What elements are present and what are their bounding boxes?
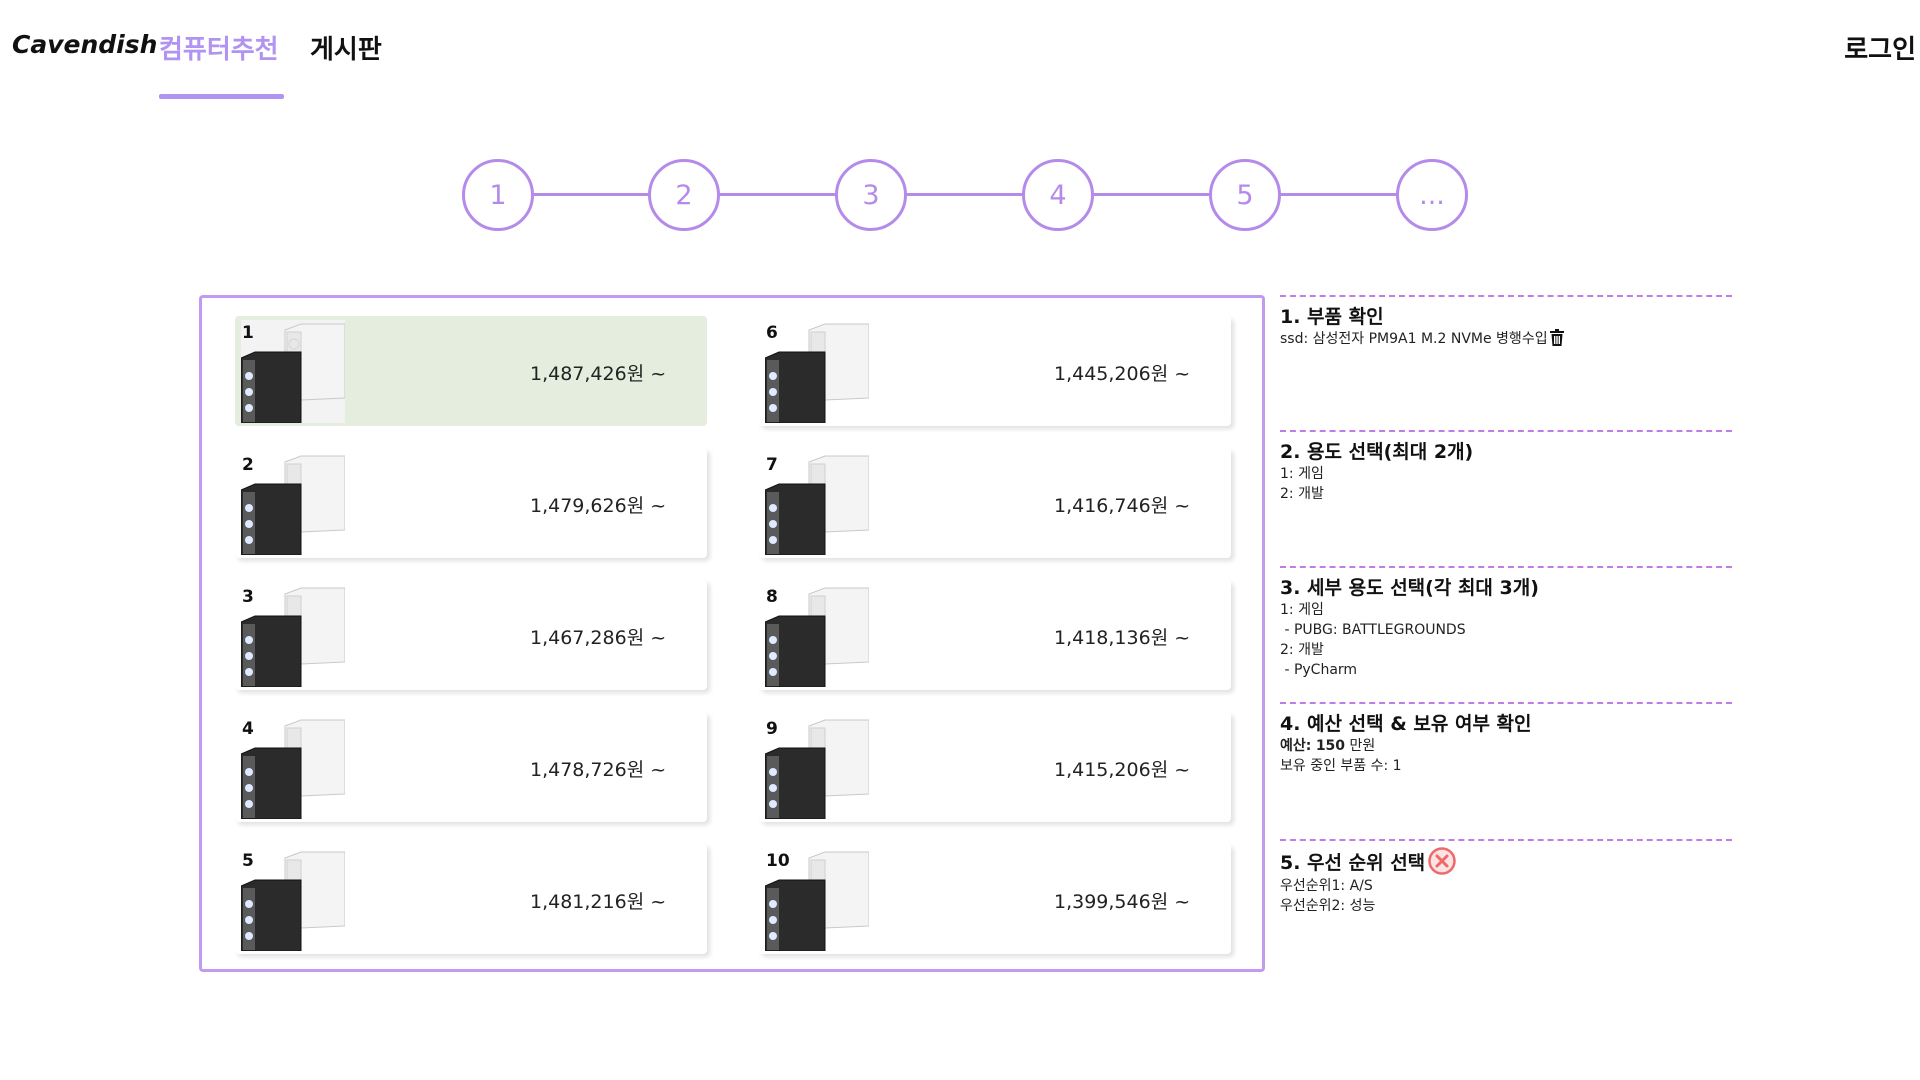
result-price: 1,415,206원 ~ xyxy=(1054,759,1191,781)
recommendation-list: 1 1,487,426원 ~ 2 1,479,626원 ~ 3 1,467,28… xyxy=(199,295,1265,972)
result-card[interactable]: 7 1,416,746원 ~ xyxy=(759,448,1231,558)
result-price: 1,479,626원 ~ xyxy=(530,495,667,517)
step-3[interactable]: 3 xyxy=(835,159,907,231)
result-rank: 3 xyxy=(242,587,254,607)
top-navigation: Cavendish 컴퓨터추천 게시판 로그인 xyxy=(0,0,1920,100)
result-price: 1,416,746원 ~ xyxy=(1054,495,1191,517)
section-title: 1. 부품 확인 xyxy=(1280,306,1384,328)
pc-case-image xyxy=(240,584,346,688)
result-card[interactable]: 4 1,478,726원 ~ xyxy=(235,712,707,822)
result-rank: 10 xyxy=(766,851,790,871)
pc-case-image xyxy=(240,716,346,820)
result-price: 1,399,546원 ~ xyxy=(1054,891,1191,913)
result-card[interactable]: 5 1,481,216원 ~ xyxy=(235,844,707,954)
pc-case-image xyxy=(764,320,870,424)
login-button[interactable]: 로그인 xyxy=(1844,29,1916,66)
section-title: 2. 용도 선택(최대 2개) xyxy=(1280,441,1474,463)
budget-unit: 만원 xyxy=(1349,738,1376,754)
result-rank: 6 xyxy=(766,323,778,343)
result-price: 1,481,216원 ~ xyxy=(530,891,667,913)
result-card[interactable]: 3 1,467,286원 ~ xyxy=(235,580,707,690)
detail-line: 1: 게임 xyxy=(1280,602,1324,618)
summary-usage: 2. 용도 선택(최대 2개) 1: 게임 2: 개발 xyxy=(1280,430,1732,566)
result-rank: 1 xyxy=(242,323,254,343)
result-card[interactable]: 2 1,479,626원 ~ xyxy=(235,448,707,558)
part-item: ssd: 삼성전자 PM9A1 M.2 NVMe 병행수입 xyxy=(1280,329,1732,349)
black-case xyxy=(240,351,302,424)
summary-parts: 1. 부품 확인 ssd: 삼성전자 PM9A1 M.2 NVMe 병행수입 xyxy=(1280,295,1732,430)
priority-line: 우선순위2: 성능 xyxy=(1280,898,1376,914)
section-title: 5. 우선 순위 선택 xyxy=(1280,851,1426,874)
pc-case-image xyxy=(240,452,346,556)
step-connector-line xyxy=(498,193,1428,196)
result-rank: 7 xyxy=(766,455,778,475)
priority-line: 우선순위1: A/S xyxy=(1280,878,1373,894)
pc-case-image xyxy=(240,848,346,952)
step-2[interactable]: 2 xyxy=(648,159,720,231)
result-rank: 8 xyxy=(766,587,778,607)
pc-case-image xyxy=(764,584,870,688)
trash-icon[interactable] xyxy=(1549,329,1564,346)
result-price: 1,487,426원 ~ xyxy=(530,363,667,385)
tab-board[interactable]: 게시판 xyxy=(310,29,382,66)
section-title-row: 5. 우선 순위 선택 xyxy=(1280,846,1732,876)
budget-line: 예산: 150 만원 xyxy=(1280,736,1732,756)
budget-label: 예산: xyxy=(1280,738,1312,754)
section-title: 3. 세부 용도 선택(각 최대 3개) xyxy=(1280,577,1539,599)
section-title: 4. 예산 선택 & 보유 여부 확인 xyxy=(1280,713,1532,735)
result-price: 1,467,286원 ~ xyxy=(530,627,667,649)
close-circle-icon[interactable] xyxy=(1427,846,1457,876)
summary-budget: 4. 예산 선택 & 보유 여부 확인 예산: 150 만원 보유 중인 부품 … xyxy=(1280,702,1732,839)
active-tab-indicator xyxy=(159,94,284,99)
detail-line: 2: 개발 xyxy=(1280,642,1324,658)
tab-computer-recommendation[interactable]: 컴퓨터추천 xyxy=(159,29,279,66)
part-item-text: ssd: 삼성전자 PM9A1 M.2 NVMe 병행수입 xyxy=(1280,331,1548,347)
summary-detail-usage: 3. 세부 용도 선택(각 최대 3개) 1: 게임 - PUBG: BATTL… xyxy=(1280,566,1732,702)
result-rank: 4 xyxy=(242,719,254,739)
result-price: 1,418,136원 ~ xyxy=(1054,627,1191,649)
budget-value: 150 xyxy=(1315,738,1346,754)
result-card[interactable]: 8 1,418,136원 ~ xyxy=(759,580,1231,690)
usage-line: 1: 게임 xyxy=(1280,466,1324,482)
summary-priority: 5. 우선 순위 선택 우선순위1: A/S 우선순위2: 성능 xyxy=(1280,839,1732,959)
step-more[interactable]: ... xyxy=(1396,159,1468,231)
result-card[interactable]: 1 1,487,426원 ~ xyxy=(235,316,707,426)
owned-parts-line: 보유 중인 부품 수: 1 xyxy=(1280,758,1402,774)
pc-case-image xyxy=(240,320,346,424)
result-rank: 9 xyxy=(766,719,778,739)
usage-line: 2: 개발 xyxy=(1280,486,1324,502)
result-card[interactable]: 6 1,445,206원 ~ xyxy=(759,316,1231,426)
pc-case-image xyxy=(764,452,870,556)
detail-line: - PyCharm xyxy=(1280,662,1358,678)
step-1[interactable]: 1 xyxy=(462,159,534,231)
brand-logo[interactable]: Cavendish xyxy=(12,30,157,59)
result-price: 1,445,206원 ~ xyxy=(1054,363,1191,385)
pc-case-image xyxy=(764,716,870,820)
step-5[interactable]: 5 xyxy=(1209,159,1281,231)
result-card[interactable]: 10 1,399,546원 ~ xyxy=(759,844,1231,954)
result-card[interactable]: 9 1,415,206원 ~ xyxy=(759,712,1231,822)
step-progress: 1 2 3 4 5 ... xyxy=(462,159,1468,231)
result-price: 1,478,726원 ~ xyxy=(530,759,667,781)
detail-line: - PUBG: BATTLEGROUNDS xyxy=(1280,622,1466,638)
result-rank: 5 xyxy=(242,851,254,871)
step-4[interactable]: 4 xyxy=(1022,159,1094,231)
result-rank: 2 xyxy=(242,455,254,475)
